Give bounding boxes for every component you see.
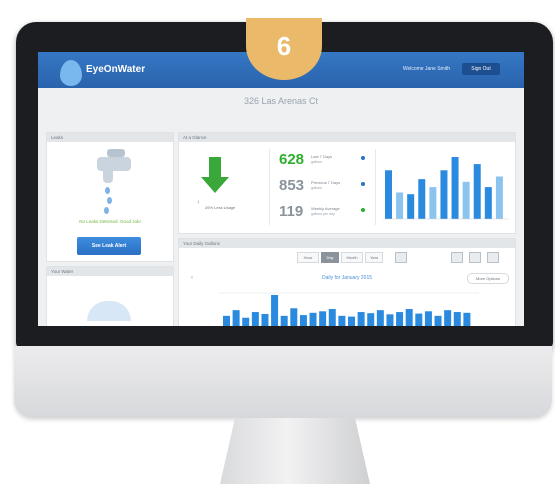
your-water-panel-title: Your Water (47, 267, 173, 276)
mini-chart-bar (418, 179, 426, 219)
tab-hour[interactable]: Hour (297, 252, 319, 263)
daily-chart-bar (463, 312, 471, 326)
welcome-text: Welcome Jane Smith (402, 66, 450, 72)
cloud-icon (87, 301, 131, 321)
daily-chart-bar (434, 315, 442, 326)
mini-chart-bar (484, 187, 492, 219)
daily-chart-bar (223, 315, 230, 326)
daily-chart-bar (271, 295, 279, 326)
leaks-panel-title: Leaks (47, 133, 173, 142)
daily-panel-title: Your Daily Gallons (179, 239, 515, 248)
daily-chart-bar (424, 311, 432, 326)
stat-label: Previous 7 Days (311, 180, 341, 185)
percent-icon: ↓ (197, 199, 200, 205)
daily-chart-bar (232, 310, 240, 326)
leaks-panel: Leaks No Leaks Detected. Good Job! See L… (46, 132, 174, 262)
daily-chart-bar (299, 315, 307, 326)
daily-chart-bar (242, 317, 250, 326)
stat-indicator-dot (361, 156, 365, 160)
export-icon[interactable] (487, 252, 499, 263)
water-drop-icon (105, 187, 110, 194)
tab-month[interactable]: Month (341, 252, 363, 263)
daily-chart-bar (386, 314, 394, 326)
stat-label: Last 7 Days (311, 154, 333, 159)
stat-sub: gallons (311, 186, 323, 190)
tab-year[interactable]: Year (365, 252, 383, 263)
app-screen: EyeOnWater Welcome Jane Smith Sign Out 3… (38, 52, 524, 326)
daily-chart-bar (338, 315, 346, 326)
see-leak-alert-button[interactable]: See Leak Alert (77, 237, 141, 255)
water-drop-logo-icon (60, 60, 82, 86)
your-water-panel: Your Water (46, 266, 174, 326)
down-arrow-icon (209, 157, 221, 177)
stat-indicator-dot (361, 182, 365, 186)
daily-chart-bar (309, 312, 317, 326)
daily-chart-bar (319, 311, 327, 326)
bar-view-icon[interactable] (451, 252, 463, 263)
down-arrow-head-icon (201, 177, 229, 193)
weekly-usage-mini-chart (383, 157, 509, 220)
tab-day[interactable]: Day (321, 252, 339, 263)
faucet-spout-icon (103, 167, 113, 183)
table-view-icon[interactable] (469, 252, 481, 263)
daily-chart-bar (290, 308, 298, 326)
daily-usage-panel: Your Daily Gallons Hour Day Month Year ‹… (178, 238, 516, 326)
mini-chart-bar (462, 181, 470, 219)
usage-panel-title: At a Glance (179, 133, 515, 142)
daily-chart-bar (376, 310, 384, 326)
usage-summary-panel: At a Glance ↓ 26% Less Usage 628 Last 7 … (178, 132, 516, 234)
monitor-stand (220, 418, 370, 484)
daily-chart-bar (357, 312, 365, 326)
stat-value: 853 (279, 177, 305, 194)
stat-value: 119 (279, 203, 304, 220)
stat-weekly-average: 119 Weekly Average gallons per day (279, 203, 371, 225)
mini-chart-bar (396, 192, 404, 219)
stat-indicator-dot (361, 208, 365, 212)
property-address: 326 Las Arenas Ct (243, 96, 319, 106)
mini-chart-bar (429, 187, 437, 219)
faucet-handle-icon (107, 149, 125, 157)
mini-chart-bar (495, 176, 503, 219)
daily-chart-bar (280, 315, 288, 326)
stat-last-7-days: 628 Last 7 Days gallons (279, 151, 371, 173)
brand-name: EyeOnWater (86, 64, 146, 75)
usage-percent-text: 26% Less Usage (205, 205, 236, 210)
stat-sub: gallons (311, 160, 323, 164)
sign-out-button[interactable]: Sign Out (462, 63, 500, 75)
daily-usage-chart (219, 292, 479, 326)
daily-chart-bar (328, 309, 336, 326)
daily-chart-bar (261, 313, 269, 326)
stat-sub: gallons per day (311, 212, 335, 216)
mini-chart-bar (385, 170, 392, 219)
divider (269, 149, 270, 225)
mini-chart-bar (451, 157, 459, 219)
mini-chart-bar (407, 194, 415, 219)
daily-chart-bar (251, 312, 259, 326)
daily-chart-title: Daily for January 2015 (321, 275, 373, 281)
leak-status-text: No Leaks Detected. Good Job! (79, 219, 141, 224)
monitor-chin (14, 346, 552, 418)
calendar-icon[interactable] (395, 252, 407, 263)
mini-chart-bar (473, 164, 481, 219)
stat-previous-7-days: 853 Previous 7 Days gallons (279, 177, 371, 199)
daily-chart-bar (348, 316, 355, 326)
stat-value: 628 (279, 151, 305, 168)
daily-chart-bar (396, 312, 404, 326)
daily-chart-bar (415, 313, 423, 326)
daily-chart-bar (453, 312, 461, 326)
daily-chart-bar (405, 309, 413, 326)
daily-chart-bar (444, 310, 452, 326)
mini-chart-bar (440, 170, 448, 219)
stat-label: Weekly Average (311, 206, 340, 211)
daily-chart-bar (367, 313, 375, 326)
more-options-button[interactable]: More Options (467, 273, 509, 284)
water-drop-icon (107, 197, 112, 204)
divider (375, 149, 376, 225)
water-drop-icon (104, 207, 109, 214)
